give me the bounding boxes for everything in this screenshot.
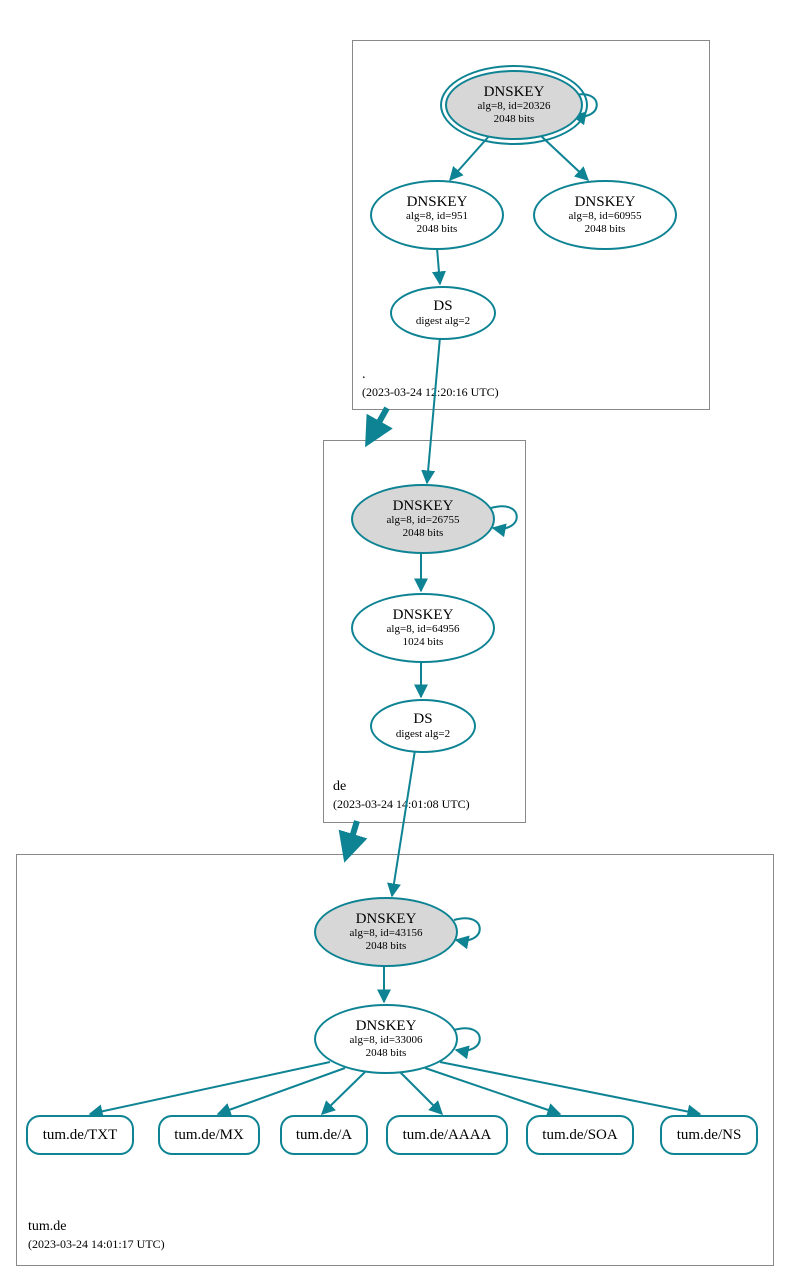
rrset-label: tum.de/SOA <box>542 1127 617 1144</box>
node-sub2: 2048 bits <box>585 223 626 236</box>
node-sub1: alg=8, id=951 <box>406 210 468 223</box>
rrset-aaaa: tum.de/AAAA <box>386 1115 508 1155</box>
node-title: DNSKEY <box>356 1018 417 1035</box>
node-title: DNSKEY <box>484 84 545 101</box>
node-title: DNSKEY <box>407 194 468 211</box>
rrset-label: tum.de/TXT <box>43 1127 118 1144</box>
node-sub1: digest alg=2 <box>416 315 470 328</box>
rrset-a: tum.de/A <box>280 1115 368 1155</box>
zone-label-tumde: tum.de (2023-03-24 14:01:17 UTC) <box>28 1218 165 1254</box>
node-root-ksk: DNSKEY alg=8, id=20326 2048 bits <box>445 70 583 140</box>
node-de-ds: DS digest alg=2 <box>370 699 476 753</box>
rrset-txt: tum.de/TXT <box>26 1115 134 1155</box>
node-title: DS <box>413 711 432 728</box>
zone-timestamp: (2023-03-24 12:20:16 UTC) <box>362 385 499 399</box>
node-title: DS <box>433 298 452 315</box>
node-root-ds: DS digest alg=2 <box>390 286 496 340</box>
node-title: DNSKEY <box>356 911 417 928</box>
zone-name: . <box>362 367 366 382</box>
node-sub1: alg=8, id=60955 <box>569 210 642 223</box>
node-sub2: 2048 bits <box>417 223 458 236</box>
rrset-label: tum.de/AAAA <box>403 1127 492 1144</box>
rrset-label: tum.de/NS <box>677 1127 742 1144</box>
node-root-zsk2: DNSKEY alg=8, id=60955 2048 bits <box>533 180 677 250</box>
node-sub2: 2048 bits <box>366 1047 407 1060</box>
zone-label-root: . (2023-03-24 12:20:16 UTC) <box>362 366 499 402</box>
node-sub1: alg=8, id=33006 <box>350 1034 423 1047</box>
zone-name: de <box>333 779 346 794</box>
node-de-ksk: DNSKEY alg=8, id=26755 2048 bits <box>351 484 495 554</box>
node-sub2: 2048 bits <box>494 113 535 126</box>
rrset-soa: tum.de/SOA <box>526 1115 634 1155</box>
rrset-label: tum.de/A <box>296 1127 352 1144</box>
node-sub1: alg=8, id=43156 <box>350 927 423 940</box>
node-root-zsk1: DNSKEY alg=8, id=951 2048 bits <box>370 180 504 250</box>
rrset-label: tum.de/MX <box>174 1127 244 1144</box>
node-tum-zsk: DNSKEY alg=8, id=33006 2048 bits <box>314 1004 458 1074</box>
node-title: DNSKEY <box>393 498 454 515</box>
node-de-zsk: DNSKEY alg=8, id=64956 1024 bits <box>351 593 495 663</box>
node-sub1: alg=8, id=26755 <box>387 514 460 527</box>
node-title: DNSKEY <box>575 194 636 211</box>
zone-name: tum.de <box>28 1219 67 1234</box>
rrset-mx: tum.de/MX <box>158 1115 260 1155</box>
node-sub2: 2048 bits <box>403 527 444 540</box>
node-sub1: alg=8, id=20326 <box>478 100 551 113</box>
zone-label-de: de (2023-03-24 14:01:08 UTC) <box>333 778 470 814</box>
node-sub2: 1024 bits <box>403 636 444 649</box>
node-title: DNSKEY <box>393 607 454 624</box>
zone-timestamp: (2023-03-24 14:01:17 UTC) <box>28 1237 165 1251</box>
node-sub1: digest alg=2 <box>396 728 450 741</box>
node-sub1: alg=8, id=64956 <box>387 623 460 636</box>
zone-timestamp: (2023-03-24 14:01:08 UTC) <box>333 797 470 811</box>
rrset-ns: tum.de/NS <box>660 1115 758 1155</box>
node-sub2: 2048 bits <box>366 940 407 953</box>
node-tum-ksk: DNSKEY alg=8, id=43156 2048 bits <box>314 897 458 967</box>
